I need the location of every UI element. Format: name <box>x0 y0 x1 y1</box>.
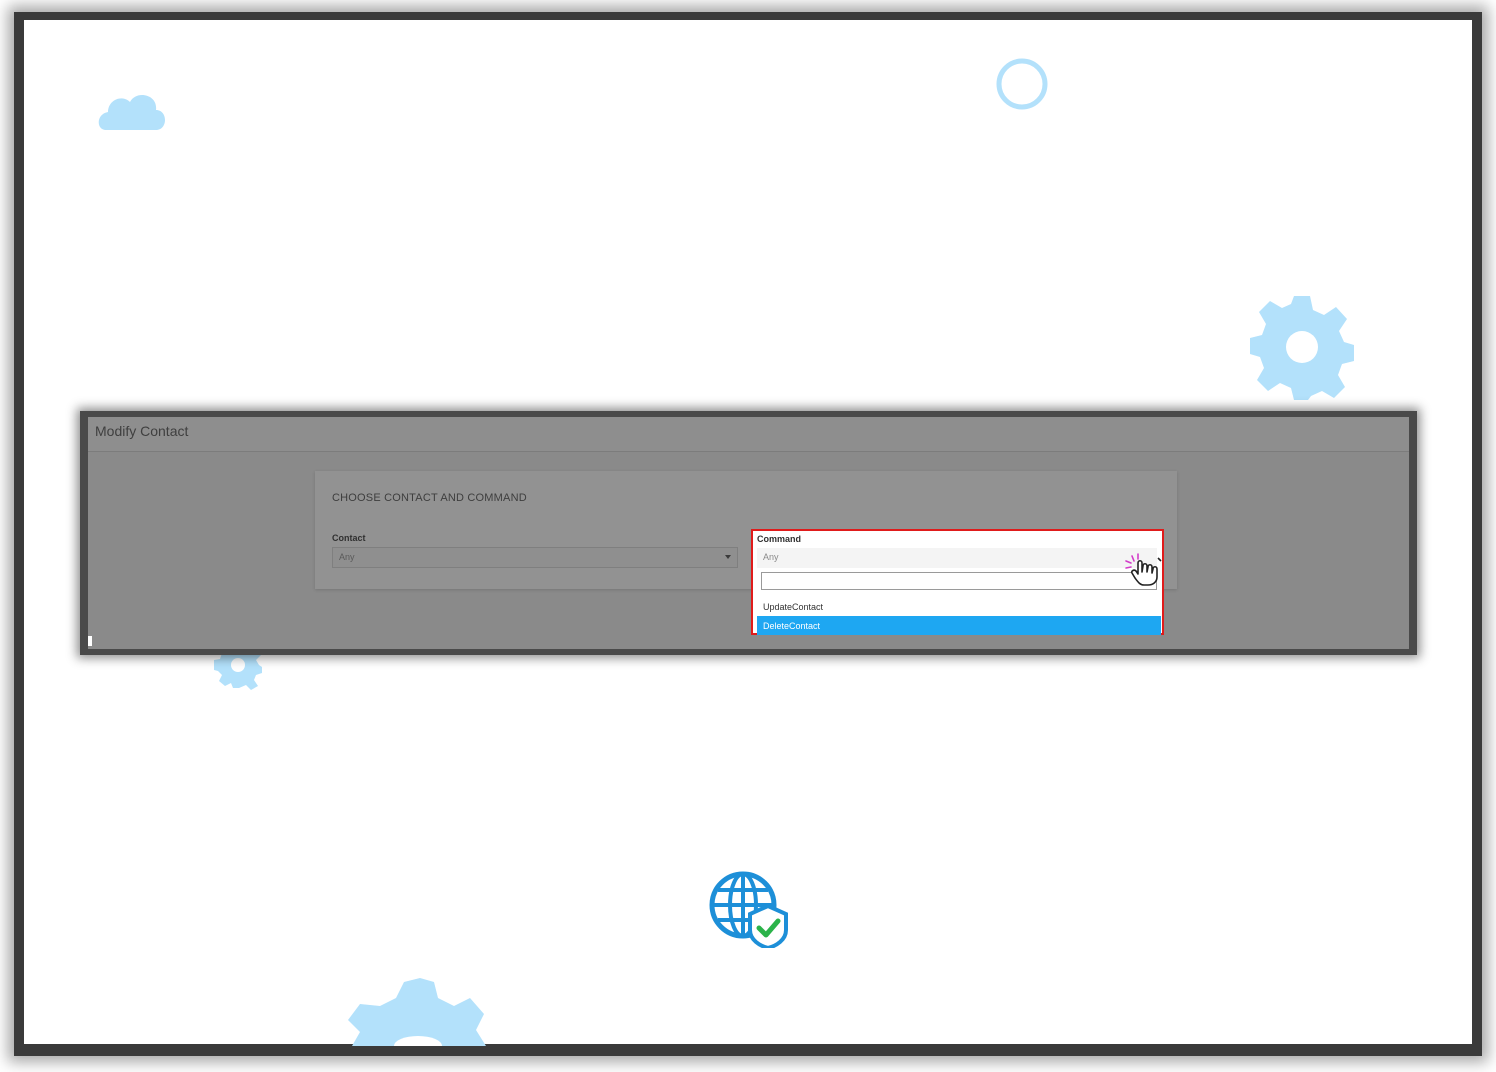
dialog: Modify Contact CHOOSE CONTACT AND COMMAN… <box>88 417 1409 649</box>
option-update-contact[interactable]: UpdateContact <box>757 597 1161 616</box>
command-search-input[interactable] <box>761 572 1157 590</box>
edge-marker <box>88 636 92 646</box>
command-label: Command <box>757 534 802 544</box>
chevron-down-icon <box>725 555 731 559</box>
dialog-title: Modify Contact <box>95 423 189 439</box>
pointer-click-icon <box>1125 553 1162 586</box>
command-dropdown-highlight: Command Any UpdateContact DeleteContact <box>751 529 1164 635</box>
command-select[interactable]: Any <box>757 548 1157 568</box>
section-title: CHOOSE CONTACT AND COMMAND <box>332 492 527 504</box>
contact-select[interactable]: Any <box>332 547 738 568</box>
gear-icon <box>348 978 486 1046</box>
circle-icon <box>996 58 1048 110</box>
command-select-value: Any <box>763 552 779 562</box>
dialog-header: Modify Contact <box>88 417 1409 452</box>
gear-icon <box>1250 296 1354 400</box>
contact-label: Contact <box>332 533 366 543</box>
cloud-icon <box>98 95 165 130</box>
option-delete-contact[interactable]: DeleteContact <box>757 616 1161 635</box>
contact-select-value: Any <box>339 552 355 562</box>
globe-shield-icon <box>709 871 788 948</box>
screenshot-panel: Modify Contact CHOOSE CONTACT AND COMMAN… <box>80 411 1417 655</box>
